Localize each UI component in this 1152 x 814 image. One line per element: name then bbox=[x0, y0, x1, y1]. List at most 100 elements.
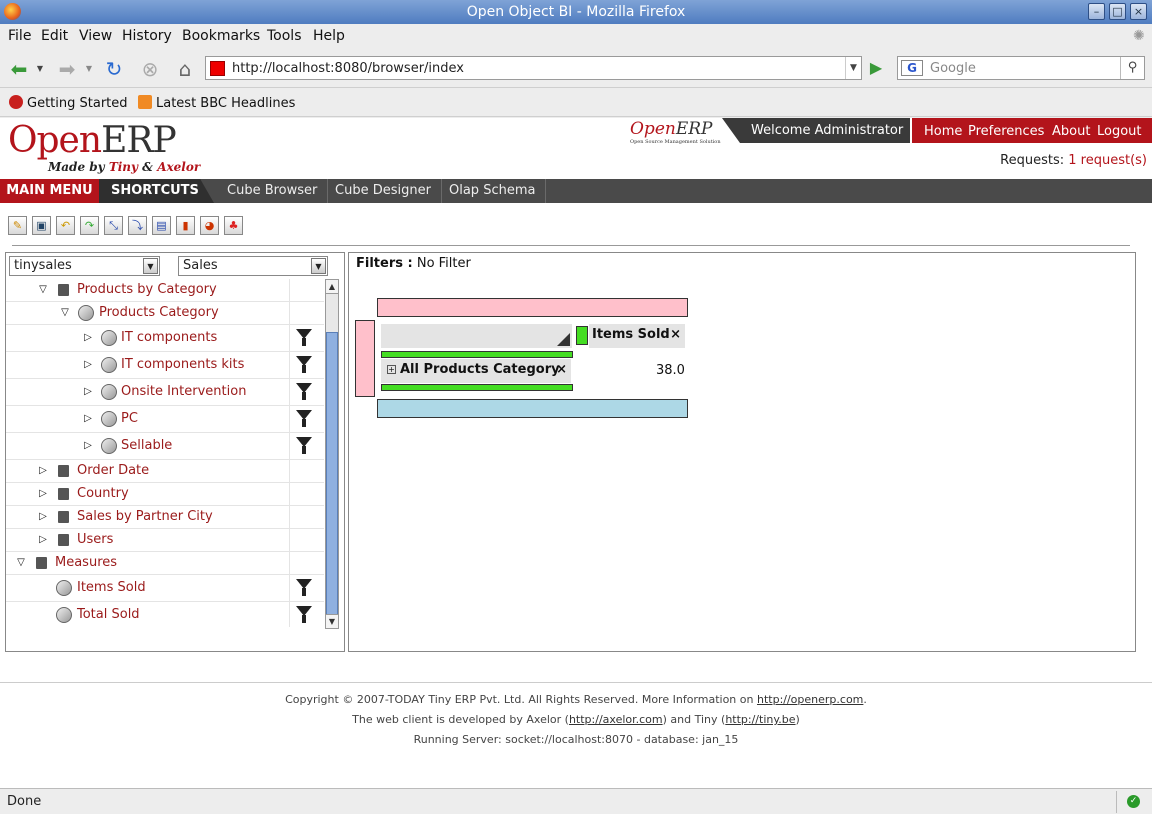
tree-label[interactable]: IT components bbox=[121, 330, 217, 346]
swap-axes-icon[interactable]: ⤡ bbox=[104, 216, 123, 235]
tree-label[interactable]: Measures bbox=[55, 555, 117, 571]
google-engine-icon[interactable]: G bbox=[901, 60, 923, 76]
tree-label[interactable]: Country bbox=[77, 486, 129, 502]
tree-row[interactable]: Total Sold bbox=[6, 602, 324, 627]
tree-row[interactable]: ▷ IT components bbox=[6, 325, 324, 352]
scroll-down-icon[interactable]: ▼ bbox=[326, 614, 338, 628]
tree-label[interactable]: Order Date bbox=[77, 463, 149, 479]
collapse-triangle-icon[interactable]: ▽ bbox=[59, 307, 71, 319]
tree-label[interactable]: Users bbox=[77, 532, 113, 548]
bookmark-bbc-headlines[interactable]: Latest BBC Headlines bbox=[138, 95, 295, 111]
remove-dimension-icon[interactable]: × bbox=[556, 359, 567, 381]
measure-chip-items-sold[interactable]: Items Sold × bbox=[589, 324, 685, 348]
search-icon[interactable]: ⚲ bbox=[1120, 57, 1144, 79]
go-arrow-icon[interactable]: ▶ bbox=[866, 58, 886, 78]
save-query-icon[interactable]: ▣ bbox=[32, 216, 51, 235]
scroll-up-icon[interactable]: ▲ bbox=[326, 280, 338, 294]
filter-funnel-icon[interactable] bbox=[296, 410, 312, 428]
openerp-link[interactable]: http://openerp.com bbox=[757, 693, 863, 706]
collapse-triangle-icon[interactable]: ▽ bbox=[15, 557, 27, 569]
tree-row[interactable]: ▽ Measures bbox=[6, 552, 324, 575]
table-view-icon[interactable]: ▤ bbox=[152, 216, 171, 235]
shortcut-cube-designer[interactable]: Cube Designer bbox=[325, 179, 442, 203]
axelor-link[interactable]: http://axelor.com bbox=[569, 713, 663, 726]
home-icon[interactable]: ⌂ bbox=[172, 56, 198, 82]
tree-row[interactable]: ▷ Sales by Partner City bbox=[6, 506, 324, 529]
preferences-link[interactable]: Preferences bbox=[968, 124, 1044, 139]
requests-link[interactable]: 1 request(s) bbox=[1068, 153, 1147, 168]
filter-funnel-icon[interactable] bbox=[296, 356, 312, 374]
filter-funnel-icon[interactable] bbox=[296, 579, 312, 597]
shortcut-olap-schema[interactable]: Olap Schema bbox=[439, 179, 547, 203]
graph-options-icon[interactable]: ♣ bbox=[224, 216, 243, 235]
close-window-icon[interactable]: × bbox=[1130, 3, 1147, 20]
menu-tools[interactable]: Tools bbox=[267, 28, 302, 44]
tree-row[interactable]: ▷ Order Date bbox=[6, 460, 324, 483]
measure-drop-zone[interactable] bbox=[576, 326, 588, 345]
row-drop-zone-top[interactable] bbox=[381, 351, 573, 358]
filter-funnel-icon[interactable] bbox=[296, 606, 312, 624]
chevron-down-icon[interactable]: ▼ bbox=[143, 258, 158, 274]
url-text[interactable]: http://localhost:8080/browser/index bbox=[232, 61, 464, 76]
search-bar[interactable]: G Google ⚲ bbox=[897, 56, 1145, 80]
tree-row[interactable]: Items Sold bbox=[6, 575, 324, 602]
filter-drop-zone[interactable] bbox=[355, 320, 375, 397]
axis-swap-icon[interactable] bbox=[557, 333, 570, 346]
collapse-triangle-icon[interactable]: ▽ bbox=[37, 284, 49, 296]
expand-triangle-icon[interactable]: ▷ bbox=[82, 359, 94, 371]
tree-row[interactable]: ▷ Onsite Intervention bbox=[6, 379, 324, 406]
logout-link[interactable]: Logout bbox=[1097, 124, 1142, 139]
home-link[interactable]: Home bbox=[924, 124, 962, 139]
stop-icon[interactable]: ⊗ bbox=[137, 56, 163, 82]
shortcut-cube-browser[interactable]: Cube Browser bbox=[217, 179, 329, 203]
redo-icon[interactable]: ↷ bbox=[80, 216, 99, 235]
chevron-down-icon[interactable]: ▼ bbox=[311, 258, 326, 274]
filter-funnel-icon[interactable] bbox=[296, 383, 312, 401]
back-arrow-icon[interactable]: ⬅ bbox=[6, 56, 32, 82]
menu-file[interactable]: File bbox=[8, 28, 31, 44]
tree-row[interactable]: ▷ Country bbox=[6, 483, 324, 506]
filter-funnel-icon[interactable] bbox=[296, 329, 312, 347]
url-bar[interactable]: http://localhost:8080/browser/index ▼ bbox=[205, 56, 862, 80]
menu-help[interactable]: Help bbox=[313, 28, 345, 44]
tree-label[interactable]: Onsite Intervention bbox=[121, 384, 246, 400]
cube-select[interactable]: Sales ▼ bbox=[178, 256, 328, 276]
expand-triangle-icon[interactable]: ▷ bbox=[82, 413, 94, 425]
schema-select[interactable]: tinysales ▼ bbox=[9, 256, 160, 276]
tree-label[interactable]: PC bbox=[121, 411, 138, 427]
tree-row[interactable]: ▷ PC bbox=[6, 406, 324, 433]
url-dropdown-icon[interactable]: ▼ bbox=[845, 57, 861, 79]
row-chip-all-products-category[interactable]: + All Products Category × bbox=[381, 359, 571, 383]
row-drop-zone-bottom[interactable] bbox=[381, 384, 573, 391]
tiny-link[interactable]: http://tiny.be bbox=[725, 713, 795, 726]
reload-icon[interactable]: ↻ bbox=[101, 56, 127, 82]
menu-edit[interactable]: Edit bbox=[41, 28, 68, 44]
pie-chart-icon[interactable]: ◕ bbox=[200, 216, 219, 235]
expand-triangle-icon[interactable]: ▷ bbox=[82, 440, 94, 452]
expand-triangle-icon[interactable]: ▷ bbox=[82, 386, 94, 398]
menu-view[interactable]: View bbox=[79, 28, 112, 44]
shortcuts-button[interactable]: SHORTCUTS bbox=[99, 179, 214, 203]
drill-down-icon[interactable]: ⤵ bbox=[128, 216, 147, 235]
minimize-icon[interactable]: – bbox=[1088, 3, 1105, 20]
tree-scrollbar[interactable]: ▲ ▼ bbox=[325, 279, 339, 629]
menu-bookmarks[interactable]: Bookmarks bbox=[182, 28, 260, 44]
expand-triangle-icon[interactable]: ▷ bbox=[37, 488, 49, 500]
tree-label[interactable]: Items Sold bbox=[77, 580, 146, 596]
row-axis-drop-zone[interactable] bbox=[377, 399, 688, 418]
back-history-dropdown-icon[interactable]: ▼ bbox=[33, 56, 47, 82]
scroll-thumb[interactable] bbox=[326, 332, 338, 616]
forward-arrow-icon[interactable]: ➡ bbox=[54, 56, 80, 82]
tree-label[interactable]: Total Sold bbox=[77, 607, 140, 623]
bar-chart-icon[interactable]: ▮ bbox=[176, 216, 195, 235]
filter-funnel-icon[interactable] bbox=[296, 437, 312, 455]
bookmark-getting-started[interactable]: Getting Started bbox=[9, 95, 128, 111]
main-menu-button[interactable]: MAIN MENU bbox=[0, 179, 99, 203]
tree-label[interactable]: Sellable bbox=[121, 438, 172, 454]
forward-history-dropdown-icon[interactable]: ▼ bbox=[82, 56, 96, 82]
expand-triangle-icon[interactable]: ▷ bbox=[37, 534, 49, 546]
expand-triangle-icon[interactable]: ▷ bbox=[37, 465, 49, 477]
tree-row[interactable]: ▷ Users bbox=[6, 529, 324, 552]
column-drop-zone[interactable] bbox=[377, 298, 688, 317]
tree-label[interactable]: Products Category bbox=[99, 305, 219, 321]
